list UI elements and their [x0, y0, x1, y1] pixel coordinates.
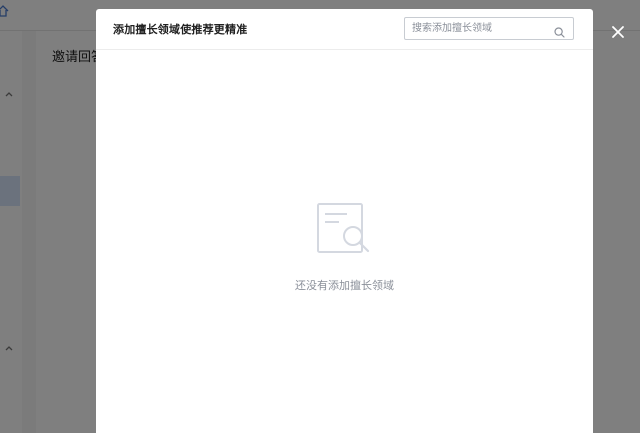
modal-header: 添加擅长领域使推荐更精准 — [96, 9, 593, 50]
modal-title: 添加擅长领域使推荐更精准 — [113, 23, 248, 36]
empty-state-text: 还没有添加擅长领域 — [295, 279, 394, 292]
page: 邀请回答 添加擅长领域使推荐更精准 — [0, 0, 640, 433]
search-icon[interactable] — [554, 23, 565, 38]
search-box — [404, 17, 574, 40]
domain-modal: 添加擅长领域使推荐更精准 还没有添加擅长领域 — [96, 9, 593, 433]
close-icon[interactable] — [610, 24, 626, 40]
search-input[interactable] — [405, 18, 553, 39]
empty-document-search-icon — [316, 203, 372, 255]
